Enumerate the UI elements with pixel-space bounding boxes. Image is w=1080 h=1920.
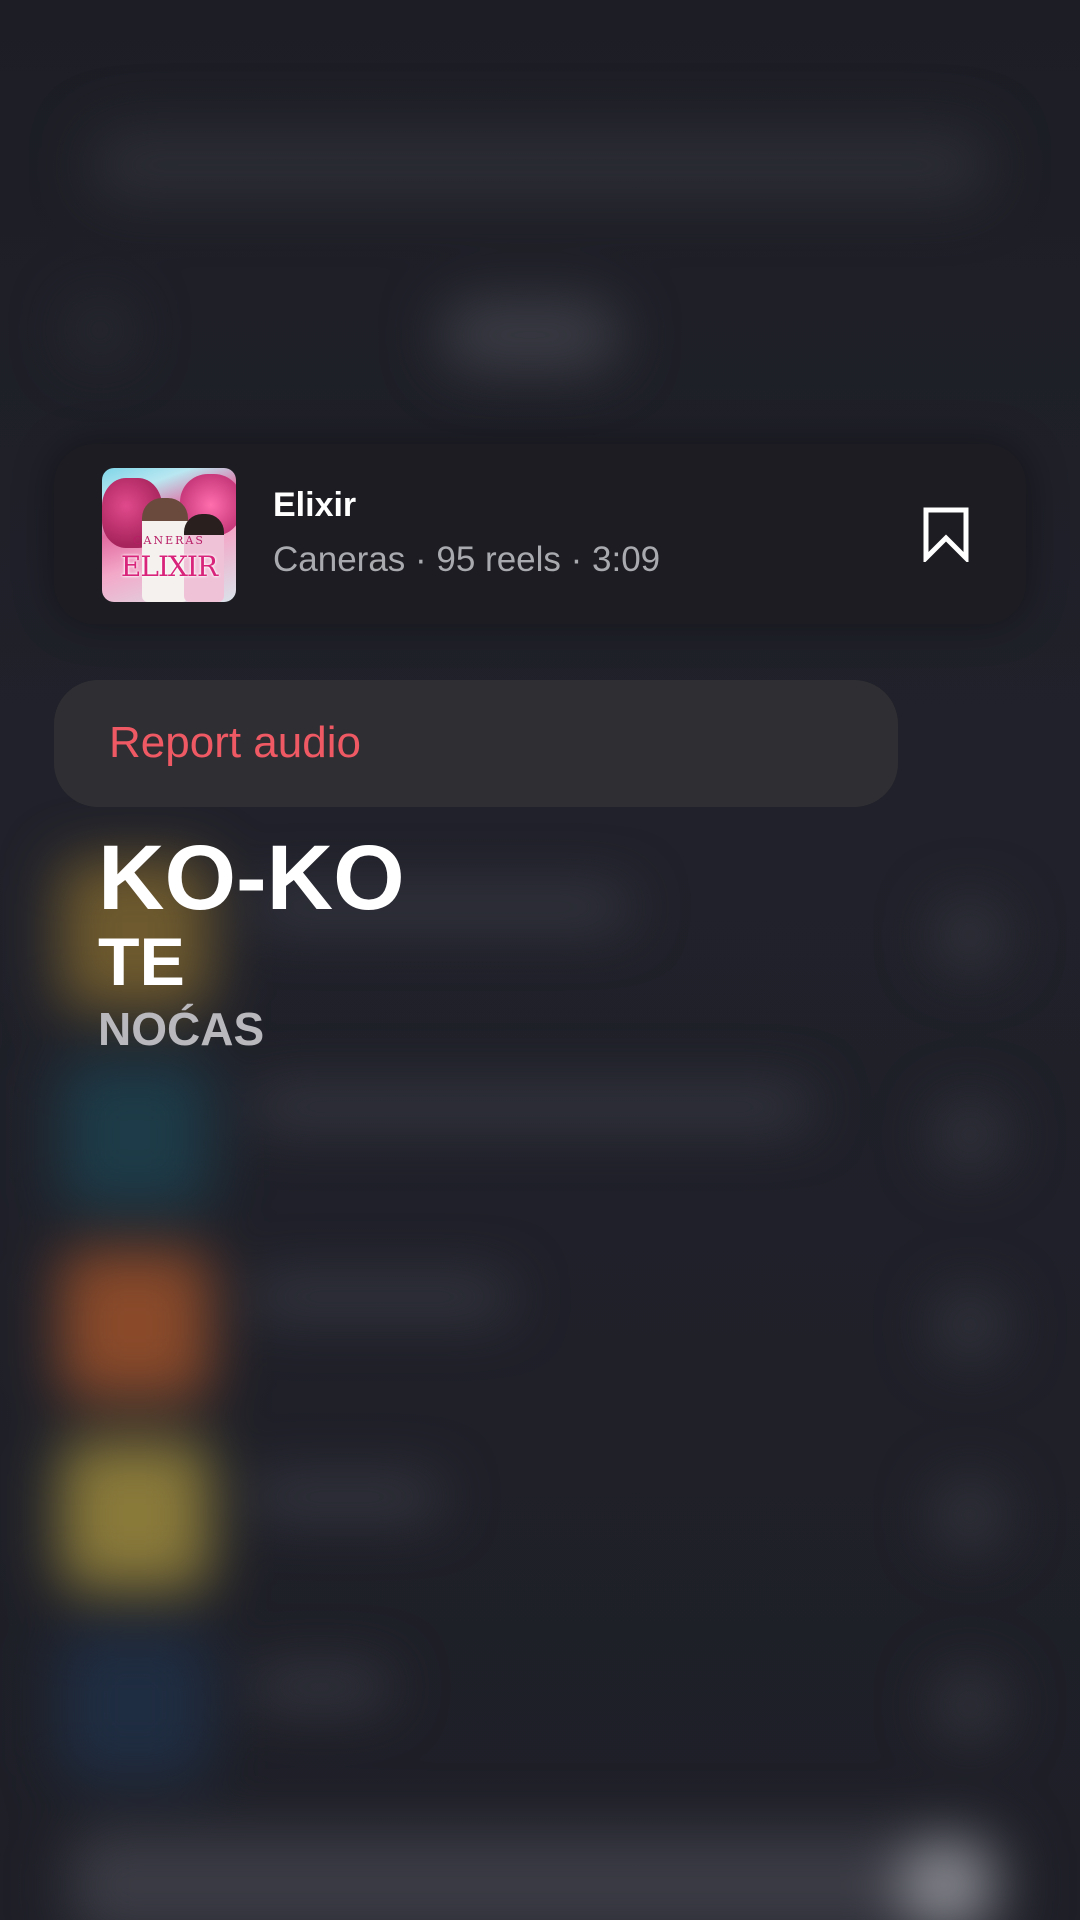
bookmark-icon[interactable] [920, 506, 972, 565]
hero-line-1: KO-KO [98, 827, 405, 929]
screen: CANERAS ELIXIR Elixir Caneras · 95 reels… [0, 0, 1080, 1920]
hero-line-3: NOĆAS [98, 1003, 265, 1055]
album-art-title: ELIXIR [120, 550, 218, 583]
context-menu: Report audio [54, 680, 898, 807]
album-art: CANERAS ELIXIR [102, 468, 236, 602]
song-card: CANERAS ELIXIR Elixir Caneras · 95 reels… [54, 444, 1026, 624]
song-title: Elixir [273, 486, 357, 524]
report-audio-button[interactable]: Report audio [109, 718, 361, 768]
hero-text: KO-KO TE NOĆAS [98, 832, 405, 1052]
song-meta: Caneras · 95 reels · 3:09 [273, 540, 661, 579]
album-art-artist: CANERAS [133, 534, 205, 547]
hero-line-2: TE [98, 924, 185, 1000]
